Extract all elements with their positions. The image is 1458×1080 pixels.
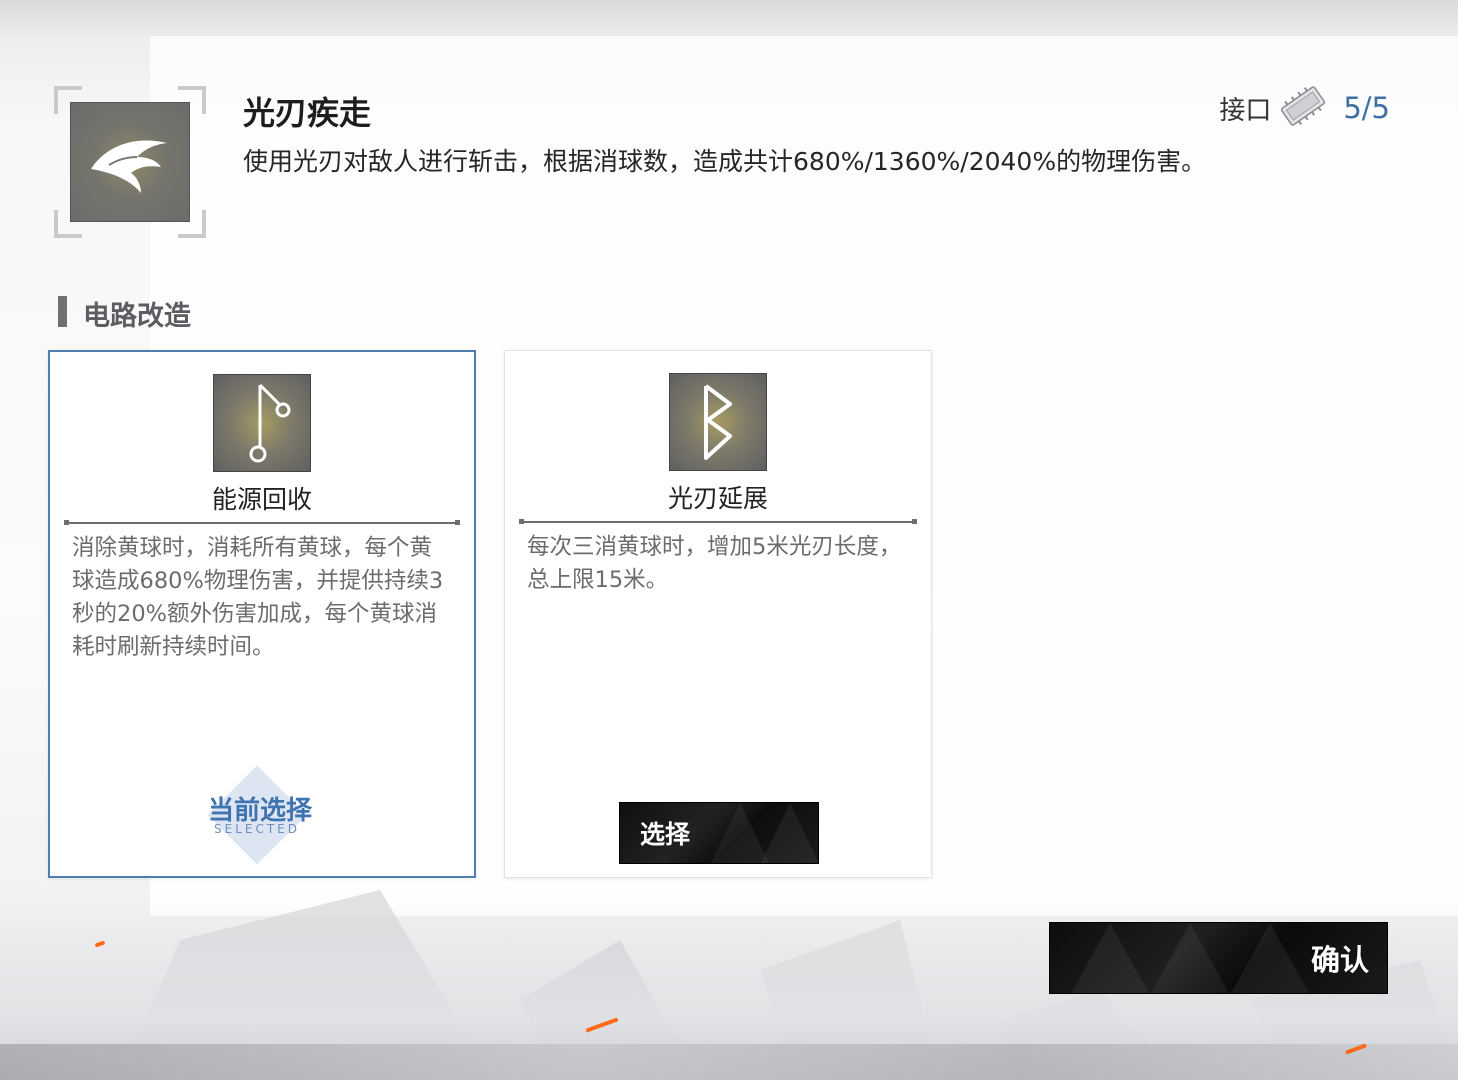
- interface-value: 5/5: [1343, 91, 1390, 125]
- chip-icon: [1277, 80, 1329, 136]
- interface-label: 接口: [1219, 95, 1272, 126]
- mod-card-description: 消除黄球时，消耗所有黄球，每个黄球造成680%物理伤害，并提供持续3秒的20%额…: [72, 535, 444, 660]
- skill-name: 光刃疾走: [243, 94, 372, 132]
- button-decoration: [760, 803, 818, 863]
- confirm-button-label: 确认: [1310, 943, 1369, 977]
- background-strip: [0, 1044, 1458, 1080]
- mod-card-title: 光刃延展: [667, 484, 768, 513]
- card-divider: [519, 519, 917, 524]
- mod-card-blade-extension[interactable]: 光刃延展 每次三消黄球时，增加5米光刃长度，总上限15米。 选择: [504, 350, 932, 878]
- section-title: 电路改造: [83, 301, 191, 332]
- mod-card-title: 能源回收: [211, 485, 312, 514]
- section-marker: [58, 296, 67, 327]
- button-decoration: [1070, 923, 1150, 993]
- skill-icon-frame: [44, 76, 216, 248]
- select-button[interactable]: 选择: [619, 802, 819, 864]
- select-button-label: 选择: [640, 820, 691, 849]
- button-decoration: [1230, 923, 1310, 993]
- skill-description: 使用光刃对敌人进行斩击，根据消球数，造成共计680%/1360%/2040%的物…: [243, 147, 1207, 176]
- selected-sublabel: SELECTED: [214, 822, 300, 836]
- confirm-button[interactable]: 确认: [1049, 922, 1388, 994]
- blade-wing-icon: [70, 102, 190, 222]
- selected-badge: 当前选择 SELECTED: [200, 765, 330, 865]
- circuit-node-icon: [213, 374, 311, 472]
- interface-counter: 接口 5/5: [1219, 86, 1390, 130]
- mod-card-description: 每次三消黄球时，增加5米光刃长度，总上限15米。: [527, 534, 902, 593]
- button-decoration: [1150, 923, 1230, 993]
- mod-card-energy-recovery[interactable]: 能源回收 消除黄球时，消耗所有黄球，每个黄球造成680%物理伤害，并提供持续3秒…: [48, 350, 476, 878]
- rune-b-icon: [669, 373, 767, 471]
- card-divider: [64, 520, 460, 525]
